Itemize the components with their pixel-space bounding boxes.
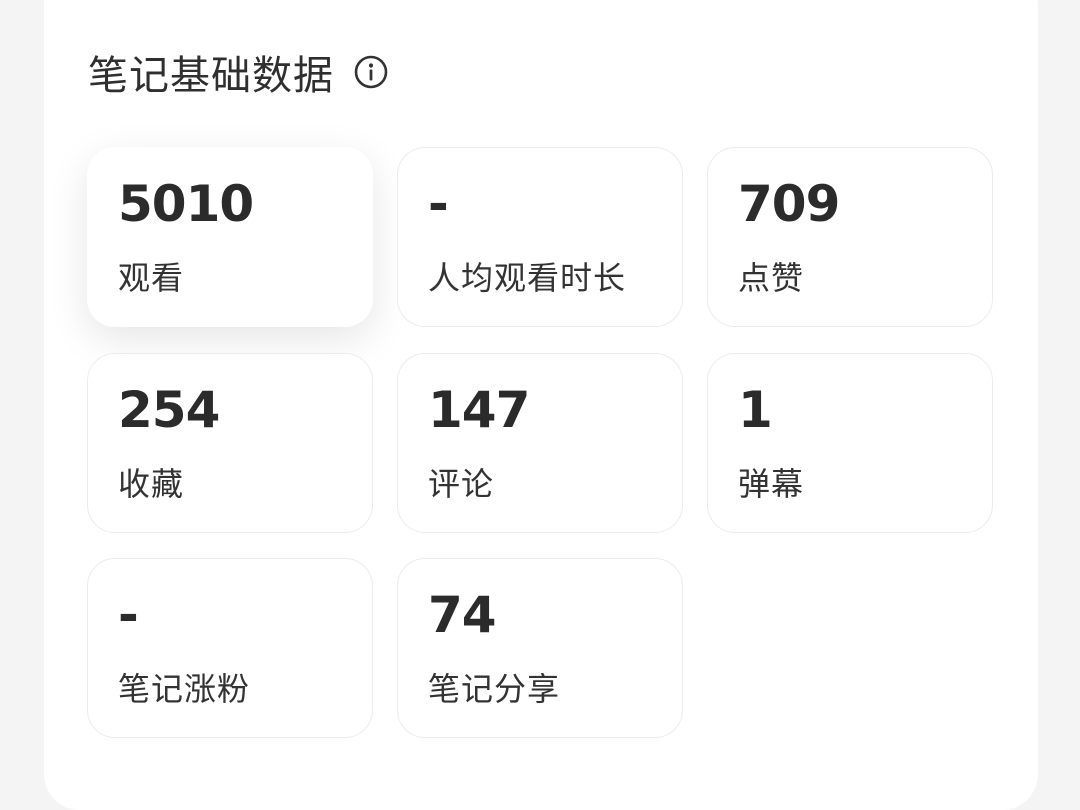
metric-value: 1 — [738, 381, 773, 439]
metric-tile-comments[interactable]: 147 评论 — [397, 353, 683, 533]
metric-value: - — [428, 175, 449, 233]
metric-tile-avg-watch-time[interactable]: - 人均观看时长 — [397, 147, 683, 327]
section-header: 笔记基础数据 — [88, 40, 388, 104]
info-circle-icon[interactable] — [354, 55, 388, 89]
metric-value: 709 — [738, 175, 840, 233]
metric-label: 弹幕 — [738, 465, 805, 503]
metric-tile-favorites[interactable]: 254 收藏 — [87, 353, 373, 533]
metric-label: 笔记分享 — [428, 670, 561, 708]
metric-tile-likes[interactable]: 709 点赞 — [707, 147, 993, 327]
metric-value: - — [118, 586, 139, 644]
metric-value: 147 — [428, 381, 530, 439]
metric-label: 点赞 — [738, 259, 805, 297]
metric-label: 笔记涨粉 — [118, 670, 251, 708]
metric-tile-shares[interactable]: 74 笔记分享 — [397, 558, 683, 738]
metric-value: 5010 — [118, 175, 254, 233]
metric-tile-danmaku[interactable]: 1 弹幕 — [707, 353, 993, 533]
metric-label: 收藏 — [118, 465, 185, 503]
metric-value: 254 — [118, 381, 220, 439]
metric-label: 人均观看时长 — [428, 259, 627, 297]
metric-tile-followers-gained[interactable]: - 笔记涨粉 — [87, 558, 373, 738]
section-title: 笔记基础数据 — [88, 53, 334, 99]
metric-value: 74 — [428, 586, 497, 644]
metric-tile-views[interactable]: 5010 观看 — [87, 147, 373, 327]
metric-label: 观看 — [118, 259, 185, 297]
metric-label: 评论 — [428, 465, 495, 503]
